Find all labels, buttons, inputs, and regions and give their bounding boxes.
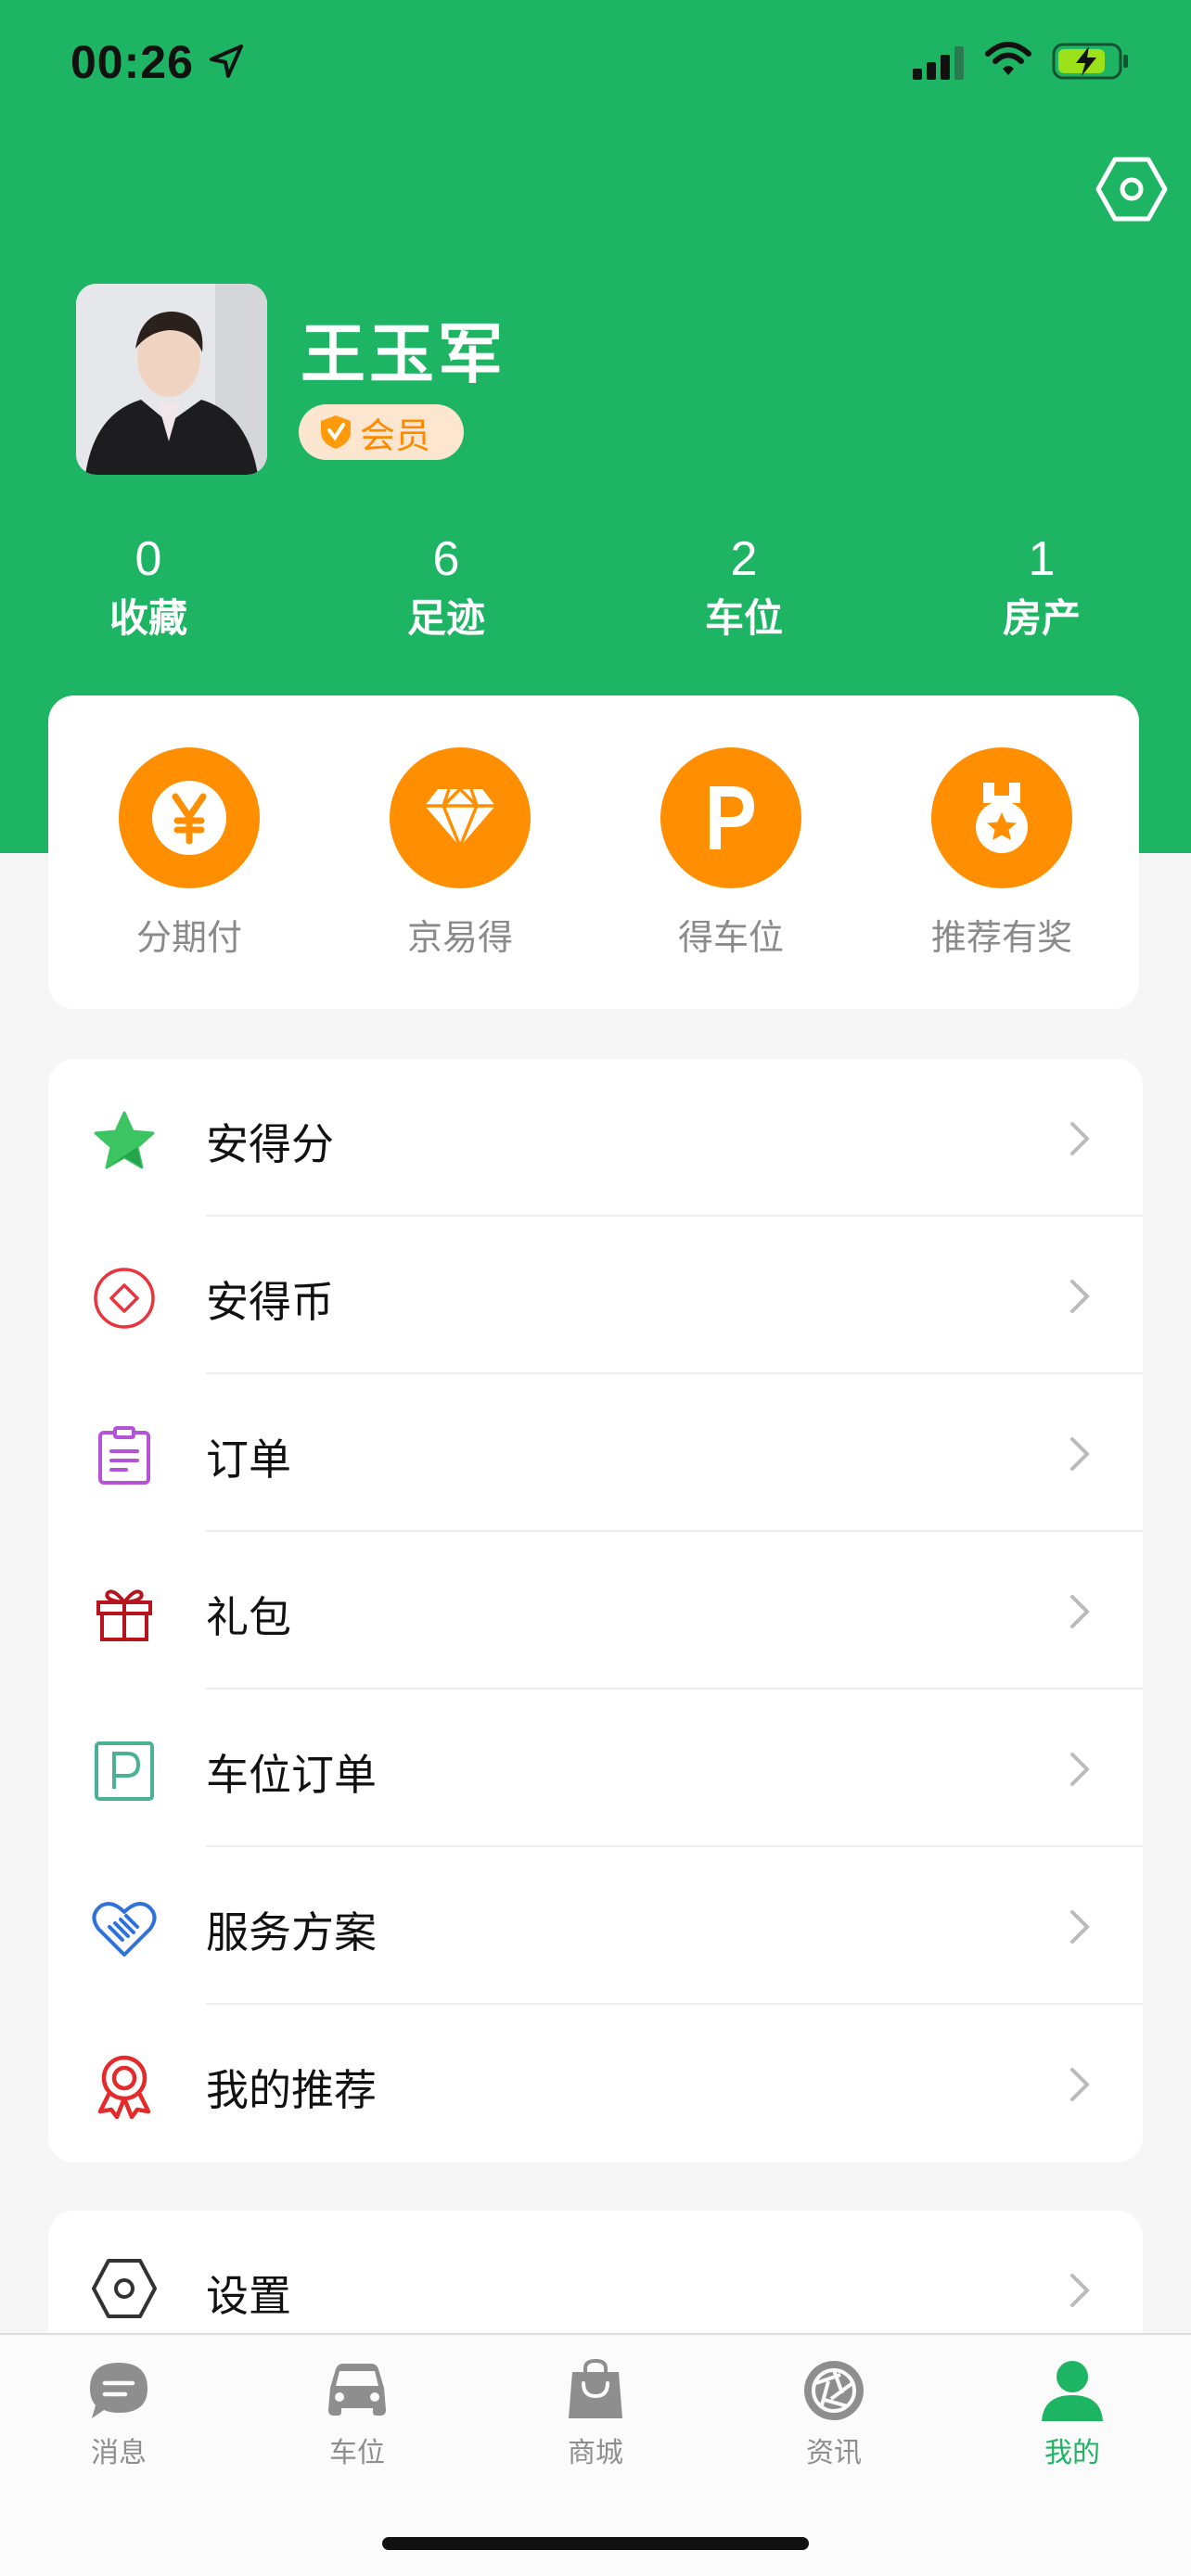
- quick-action-label: 得车位: [677, 917, 784, 958]
- stat-value: 6: [432, 532, 460, 586]
- tab-mall[interactable]: 商城: [521, 2355, 670, 2470]
- handshake-heart-icon: [91, 1895, 158, 1962]
- stat-parking[interactable]: 2 车位: [651, 529, 837, 647]
- quick-action-installment[interactable]: 分期付: [69, 747, 310, 960]
- stat-footprints[interactable]: 6 足迹: [353, 529, 539, 647]
- quick-action-referral-reward[interactable]: 推荐有奖: [881, 747, 1122, 960]
- coin-icon: [91, 1265, 158, 1332]
- chevron-right-icon: [1070, 1122, 1090, 1155]
- chevron-right-icon: [1070, 1595, 1090, 1628]
- menu-item-my-referrals[interactable]: 我的推荐: [48, 2005, 1143, 2162]
- chevron-right-icon: [1070, 2068, 1090, 2101]
- stat-label: 房产: [1002, 595, 1081, 641]
- wifi-icon: [985, 42, 1031, 75]
- chevron-right-icon: [1070, 1437, 1090, 1471]
- menu-item-service-plan[interactable]: 服务方案: [48, 1847, 1143, 2005]
- chevron-right-icon: [1070, 2274, 1090, 2307]
- tab-parking[interactable]: 车位: [283, 2355, 431, 2470]
- parking-icon: [660, 747, 801, 888]
- settings-icon: [92, 2259, 157, 2318]
- status-time: 00:26: [70, 36, 194, 88]
- location-arrow-icon: [210, 45, 243, 78]
- clipboard-icon: [91, 1422, 158, 1489]
- tab-label: 我的: [1044, 2437, 1100, 2469]
- menu-item-ande-points[interactable]: 安得分: [48, 1059, 1143, 1217]
- quick-action-get-parking[interactable]: 得车位: [610, 747, 852, 960]
- tab-label: 商城: [568, 2437, 623, 2469]
- battery-icon: [1052, 43, 1128, 80]
- avatar[interactable]: [76, 284, 267, 475]
- stat-label: 收藏: [109, 595, 187, 641]
- menu-item-label: 设置: [206, 2271, 291, 2321]
- tab-label: 消息: [91, 2437, 147, 2469]
- menu-item-parking-orders[interactable]: 车位订单: [48, 1690, 1143, 1847]
- yuan-icon: [119, 747, 260, 888]
- menu-item-label: 安得币: [206, 1277, 334, 1327]
- star-icon: [91, 1107, 158, 1174]
- quick-action-jingyide[interactable]: 京易得: [339, 747, 581, 960]
- diamond-icon: [390, 747, 531, 888]
- shopping-bag-icon: [521, 2355, 670, 2426]
- member-badge[interactable]: 会员: [299, 404, 464, 460]
- menu-item-gift-pack[interactable]: 礼包: [48, 1532, 1143, 1690]
- stat-favorites[interactable]: 0 收藏: [56, 529, 241, 647]
- quick-actions-card: 分期付 京易得 得车位 推荐有奖: [48, 695, 1139, 1009]
- tab-mine[interactable]: 我的: [998, 2355, 1146, 2470]
- chevron-right-icon: [1070, 1910, 1090, 1944]
- menu-item-label: 车位订单: [206, 1750, 377, 1800]
- user-name: 王玉军: [301, 316, 506, 392]
- menu-item-label: 订单: [206, 1435, 291, 1485]
- tab-label: 车位: [329, 2437, 385, 2469]
- stat-value: 2: [730, 532, 758, 586]
- menu-item-label: 服务方案: [206, 1907, 377, 1958]
- aperture-icon: [760, 2355, 908, 2426]
- tab-messages[interactable]: 消息: [45, 2355, 193, 2470]
- person-icon: [998, 2355, 1146, 2426]
- quick-action-label: 京易得: [406, 917, 513, 958]
- menu-item-label: 礼包: [206, 1592, 291, 1642]
- chevron-right-icon: [1070, 1753, 1090, 1786]
- award-ribbon-icon: [91, 2053, 158, 2120]
- menu-item-orders[interactable]: 订单: [48, 1374, 1143, 1532]
- chat-bubble-icon: [45, 2355, 193, 2426]
- tab-label: 资讯: [806, 2437, 862, 2469]
- settings-icon[interactable]: [1095, 152, 1169, 226]
- medal-icon: [931, 747, 1072, 888]
- stat-property[interactable]: 1 房产: [949, 529, 1134, 647]
- stat-label: 车位: [704, 595, 783, 641]
- car-icon: [283, 2355, 431, 2426]
- status-bar: 00:26: [0, 0, 1191, 130]
- gift-icon: [91, 1580, 158, 1647]
- stat-label: 足迹: [406, 595, 485, 641]
- tab-news[interactable]: 资讯: [760, 2355, 908, 2470]
- stats-row: 0 收藏 6 足迹 2 车位 1 房产: [0, 529, 1191, 649]
- menu-item-label: 我的推荐: [206, 2065, 377, 2115]
- parking-order-icon: [91, 1738, 158, 1804]
- stat-value: 0: [134, 532, 162, 586]
- stat-value: 1: [1028, 532, 1056, 586]
- shield-check-icon: [321, 415, 351, 449]
- menu-list: 安得分 安得币 订单 礼包 车位订单 服务方案 我的推荐: [48, 1059, 1143, 2162]
- signal-icon: [913, 46, 964, 80]
- quick-action-label: 分期付: [135, 917, 242, 958]
- member-badge-label: 会员: [360, 414, 431, 456]
- quick-action-label: 推荐有奖: [930, 917, 1072, 958]
- menu-item-ande-coins[interactable]: 安得币: [48, 1217, 1143, 1374]
- home-indicator[interactable]: [382, 2537, 809, 2550]
- menu-item-label: 安得分: [206, 1119, 334, 1169]
- chevron-right-icon: [1070, 1280, 1090, 1313]
